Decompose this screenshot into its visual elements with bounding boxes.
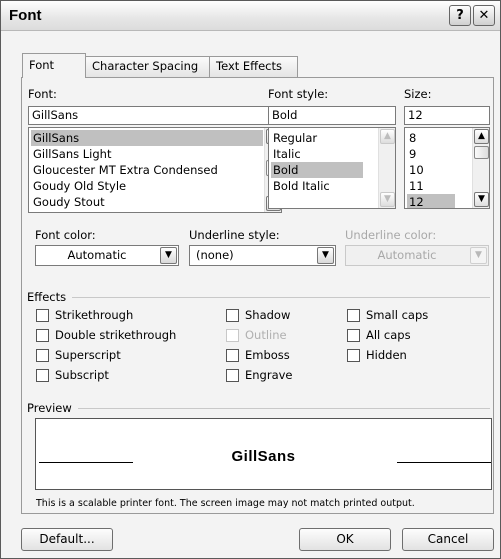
- cancel-button[interactable]: Cancel: [402, 528, 494, 551]
- close-icon: ✕: [478, 8, 490, 23]
- font-name-input[interactable]: GillSans: [28, 106, 282, 125]
- underline-style-value: (none): [196, 248, 234, 262]
- font-style-item[interactable]: Bold: [271, 162, 363, 178]
- underline-style-label: Underline style:: [189, 228, 280, 242]
- font-color-label: Font color:: [35, 228, 96, 242]
- preview-divider: [78, 408, 490, 409]
- underline-style-select[interactable]: (none) ▼: [189, 245, 336, 266]
- tab-font-label: Font: [29, 58, 55, 72]
- font-color-select[interactable]: Automatic ▼: [35, 245, 179, 266]
- outline-label: Outline: [245, 328, 287, 342]
- tab-text-effects-label: Text Effects: [216, 59, 283, 73]
- superscript-checkbox[interactable]: [36, 349, 49, 362]
- printer-font-note: This is a scalable printer font. The scr…: [36, 498, 415, 509]
- size-item[interactable]: 11: [407, 178, 455, 194]
- preview-baseline-right: [397, 462, 491, 463]
- chevron-down-icon[interactable]: ▼: [317, 247, 334, 264]
- size-list[interactable]: 8 9 10 11 12 ▲ ▼: [404, 127, 490, 209]
- preview-box: GillSans: [35, 418, 492, 490]
- strikethrough-checkbox[interactable]: [36, 309, 49, 322]
- chevron-down-icon[interactable]: ▼: [160, 247, 177, 264]
- font-dialog: Font ? ✕ Font Character Spacing Text Eff…: [0, 0, 501, 559]
- underline-color-label: Underline color:: [345, 228, 437, 242]
- outline-checkbox: [226, 329, 239, 342]
- tab-character-spacing-label: Character Spacing: [92, 59, 199, 73]
- effects-divider: [72, 297, 490, 298]
- default-button-label: Default...: [39, 532, 95, 546]
- size-item[interactable]: 8: [407, 130, 455, 146]
- ok-button[interactable]: OK: [299, 528, 391, 551]
- chevron-up-icon: ▲: [380, 129, 395, 144]
- double-strikethrough-checkbox[interactable]: [36, 329, 49, 342]
- font-name-list[interactable]: GillSans GillSans Light Gloucester MT Ex…: [28, 127, 282, 213]
- preview-group-label: Preview: [27, 401, 72, 415]
- small-caps-checkbox[interactable]: [347, 309, 360, 322]
- font-style-item[interactable]: Regular: [271, 130, 363, 146]
- font-style-scrollbar[interactable]: ▲ ▼: [378, 128, 395, 208]
- help-button[interactable]: ?: [449, 5, 471, 26]
- all-caps-checkbox[interactable]: [347, 329, 360, 342]
- font-tab-panel: Font: GillSans GillSans GillSans Light G…: [21, 77, 494, 514]
- engrave-checkbox[interactable]: [226, 369, 239, 382]
- font-list-item[interactable]: GillSans: [31, 130, 263, 146]
- size-label: Size:: [404, 87, 432, 101]
- effects-group-label: Effects: [27, 290, 67, 304]
- tab-character-spacing[interactable]: Character Spacing: [85, 56, 210, 77]
- size-item[interactable]: 10: [407, 162, 455, 178]
- hidden-label: Hidden: [366, 348, 407, 362]
- font-label: Font:: [28, 87, 57, 101]
- size-item[interactable]: 9: [407, 146, 455, 162]
- engrave-label: Engrave: [245, 368, 293, 382]
- tab-font[interactable]: Font: [22, 53, 86, 78]
- chevron-up-icon[interactable]: ▲: [474, 129, 489, 144]
- emboss-checkbox[interactable]: [226, 349, 239, 362]
- hidden-checkbox[interactable]: [347, 349, 360, 362]
- superscript-label: Superscript: [55, 348, 121, 362]
- cancel-button-label: Cancel: [427, 532, 469, 546]
- title-bar: Font ? ✕: [1, 1, 500, 31]
- tab-text-effects[interactable]: Text Effects: [209, 56, 298, 77]
- font-list-item[interactable]: GillSans Light: [31, 146, 263, 162]
- font-style-item[interactable]: Bold Italic: [271, 178, 363, 194]
- subscript-label: Subscript: [55, 368, 109, 382]
- font-list-item[interactable]: Goudy Old Style: [31, 178, 263, 194]
- size-list-scroll-thumb[interactable]: [474, 146, 489, 159]
- size-item[interactable]: 12: [407, 194, 455, 208]
- help-icon: ?: [456, 8, 464, 23]
- shadow-checkbox[interactable]: [226, 309, 239, 322]
- font-style-list[interactable]: Regular Italic Bold Bold Italic ▲ ▼: [268, 127, 396, 209]
- font-style-label: Font style:: [268, 87, 329, 101]
- shadow-label: Shadow: [245, 308, 291, 322]
- small-caps-label: Small caps: [366, 308, 429, 322]
- emboss-label: Emboss: [245, 348, 290, 362]
- subscript-checkbox[interactable]: [36, 369, 49, 382]
- close-button[interactable]: ✕: [473, 5, 495, 26]
- font-color-value: Automatic: [67, 248, 127, 262]
- size-list-scrollbar[interactable]: ▲ ▼: [472, 128, 489, 208]
- chevron-down-icon[interactable]: ▼: [474, 192, 489, 207]
- chevron-down-icon: ▼: [380, 192, 395, 207]
- font-style-item[interactable]: Italic: [271, 146, 363, 162]
- double-strikethrough-label: Double strikethrough: [55, 328, 177, 342]
- all-caps-label: All caps: [366, 328, 411, 342]
- default-button[interactable]: Default...: [21, 528, 113, 551]
- window-title: Font: [9, 7, 42, 24]
- ok-button-label: OK: [336, 532, 354, 546]
- font-list-item[interactable]: Goudy Stout: [31, 194, 263, 210]
- font-list-item[interactable]: Gloucester MT Extra Condensed: [31, 162, 263, 178]
- underline-color-select: Automatic ▼: [345, 245, 489, 266]
- strikethrough-label: Strikethrough: [55, 308, 134, 322]
- chevron-down-icon: ▼: [470, 247, 487, 264]
- font-style-input[interactable]: Bold: [268, 106, 396, 125]
- size-input[interactable]: 12: [404, 106, 490, 125]
- underline-color-value: Automatic: [377, 248, 437, 262]
